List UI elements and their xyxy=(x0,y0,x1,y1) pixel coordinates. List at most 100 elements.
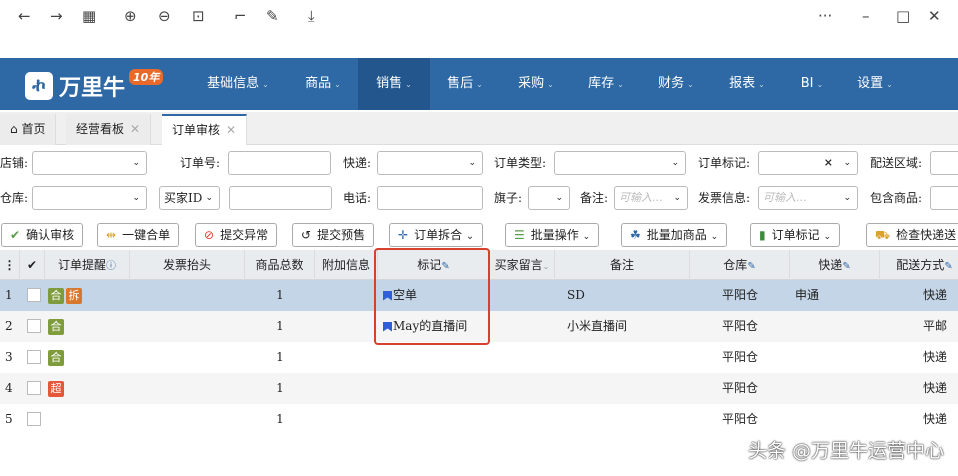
clear-icon[interactable]: × xyxy=(824,152,833,174)
row-checkbox[interactable] xyxy=(27,350,41,364)
row-checkbox[interactable] xyxy=(27,412,41,426)
phone-label: 电话: xyxy=(343,191,372,205)
close-tab-icon[interactable]: ✕ xyxy=(130,122,140,136)
order-badge: 合 xyxy=(48,349,64,366)
table-row[interactable]: 4 超 1 平阳仓 快递 xyxy=(0,373,958,404)
nav-after-sales[interactable]: 售后 ⌄ xyxy=(435,58,495,110)
express-cell xyxy=(795,311,875,342)
batch-add-products-button[interactable]: ☘ 批量加商品 ⌄ xyxy=(621,223,728,247)
col-buyer-message[interactable]: 买家留言⌄ xyxy=(490,250,555,280)
invoice-select[interactable]: 可输入... ⌄ xyxy=(758,186,858,210)
warehouse-select[interactable]: ⌄ xyxy=(32,186,147,210)
express-select[interactable]: ⌄ xyxy=(377,151,483,175)
submit-presale-button[interactable]: ↺ 提交预售 xyxy=(292,223,375,247)
forward-icon[interactable]: → xyxy=(50,7,63,25)
nav-basic-info[interactable]: 基础信息 ⌄ xyxy=(198,58,278,110)
shop-select[interactable]: ⌄ xyxy=(32,151,147,175)
table-row[interactable]: 5 1 平阳仓 快递 xyxy=(0,404,958,435)
col-warehouse[interactable]: 仓库✎ xyxy=(690,250,790,280)
nav-settings[interactable]: 设置 ⌄ xyxy=(845,58,905,110)
confirm-review-button[interactable]: ✔ 确认审核 xyxy=(1,223,84,247)
row-checkbox[interactable] xyxy=(27,288,41,302)
express-cell xyxy=(795,373,875,404)
order-mark-select[interactable]: × ⌄ xyxy=(758,151,858,175)
qty-cell: 1 xyxy=(276,412,284,426)
check-express-button[interactable]: ⛟ 检查快递送 xyxy=(866,223,958,247)
remark-cell: SD xyxy=(567,288,585,302)
warehouse-label: 仓库: xyxy=(0,191,29,205)
row-index: 3 xyxy=(5,350,13,364)
nav-purchase[interactable]: 采购 ⌄ xyxy=(506,58,566,110)
shipping-method-cell: 快递 xyxy=(922,350,947,364)
remark-select[interactable]: 可输入... ⌄ xyxy=(614,186,688,210)
split-merge-button[interactable]: ✛ 订单拆合 ⌄ xyxy=(389,223,484,247)
order-reminder-cell: 合 xyxy=(48,311,128,342)
watermark: 头条 @万里牛运营中心 xyxy=(747,440,944,462)
logo-text: 万里牛 xyxy=(59,76,126,101)
nav-reports[interactable]: 报表 ⌄ xyxy=(717,58,777,110)
remark-cell xyxy=(567,404,687,435)
row-checkbox[interactable] xyxy=(27,381,41,395)
batch-operation-button[interactable]: ☰ 批量操作 ⌄ xyxy=(505,223,600,247)
download-icon[interactable]: ⤓ xyxy=(308,7,315,25)
shop-label: 店铺: xyxy=(0,156,29,170)
region-select[interactable] xyxy=(930,151,958,175)
zoom-in-icon[interactable]: ⊕ xyxy=(124,7,137,25)
col-extra-info[interactable]: 附加信息 xyxy=(315,250,378,280)
order-mark-label: 订单标记: xyxy=(698,156,751,170)
row-checkbox[interactable] xyxy=(27,319,41,333)
nav-inventory[interactable]: 库存 ⌄ xyxy=(576,58,636,110)
order-badge: 超 xyxy=(48,380,64,397)
col-remark[interactable]: 备注 xyxy=(555,250,690,280)
col-qty[interactable]: 商品总数 xyxy=(245,250,315,280)
maximize-icon[interactable]: □ xyxy=(896,7,910,25)
nav-sales[interactable]: 销售 ⌄ xyxy=(358,58,430,110)
tab-dashboard[interactable]: 经营看板 ✕ xyxy=(66,114,152,145)
nav-products[interactable]: 商品 ⌄ xyxy=(293,58,353,110)
order-type-select[interactable]: ⌄ xyxy=(554,151,686,175)
col-express[interactable]: 快递✎ xyxy=(790,250,880,280)
row-index: 5 xyxy=(5,412,13,426)
crop-icon[interactable]: ⌐ xyxy=(234,7,247,25)
col-order-reminder[interactable]: 订单提醒ⓘ xyxy=(45,250,130,280)
phone-input[interactable] xyxy=(377,186,483,210)
logo[interactable]: ኯ 万里牛 10年 xyxy=(25,69,164,102)
info-icon: ⓘ xyxy=(106,261,116,272)
column-menu-icon[interactable]: ⋮ xyxy=(0,250,20,280)
tab-home[interactable]: ⌂ 首页 xyxy=(0,114,57,145)
close-icon[interactable]: ✕ xyxy=(928,7,941,25)
buyer-id-input[interactable] xyxy=(229,186,332,210)
select-all-checkbox[interactable]: ✔ xyxy=(20,250,45,280)
order-no-input[interactable] xyxy=(228,151,331,175)
shipping-method-cell: 快递 xyxy=(922,381,947,395)
flag-select[interactable]: ⌄ xyxy=(528,186,570,210)
fit-icon[interactable]: ⊡ xyxy=(192,7,205,25)
order-reminder-cell: 合拆 xyxy=(48,280,128,311)
nav-finance[interactable]: 财务 ⌄ xyxy=(646,58,706,110)
order-mark-button[interactable]: ▮ 订单标记 ⌄ xyxy=(750,223,840,247)
table-row[interactable]: 3 合 1 平阳仓 快递 xyxy=(0,342,958,373)
edit-icon[interactable]: ✎ xyxy=(266,7,279,25)
col-invoice-title[interactable]: 发票抬头 xyxy=(130,250,245,280)
merge-orders-button[interactable]: ⇹ 一键合单 xyxy=(97,223,180,247)
tab-order-review[interactable]: 订单审核 ✕ xyxy=(162,114,248,145)
logo-badge: 10年 xyxy=(129,69,164,85)
qty-cell: 1 xyxy=(276,319,284,333)
contains-input[interactable] xyxy=(930,186,958,210)
submit-exception-button[interactable]: ⊘ 提交异常 xyxy=(195,223,278,247)
edit-icon: ✎ xyxy=(944,261,953,272)
express-cell: 申通 xyxy=(795,288,820,302)
close-tab-icon[interactable]: ✕ xyxy=(226,123,236,137)
shipping-method-cell: 快递 xyxy=(922,288,947,302)
zoom-out-icon[interactable]: ⊖ xyxy=(158,7,171,25)
back-icon[interactable]: ← xyxy=(18,7,31,25)
logo-icon: ኯ xyxy=(25,72,53,100)
col-shipping-method[interactable]: 配送方式✎ xyxy=(880,250,958,280)
buyer-id-select[interactable]: 买家ID ⌄ xyxy=(159,186,220,210)
minimize-icon[interactable]: – xyxy=(862,7,870,25)
remark-cell xyxy=(567,342,687,373)
express-cell xyxy=(795,404,875,435)
nav-bi[interactable]: BI ⌄ xyxy=(787,58,837,110)
more-icon[interactable]: ··· xyxy=(818,7,832,25)
grid-icon[interactable]: ▦ xyxy=(82,7,96,25)
